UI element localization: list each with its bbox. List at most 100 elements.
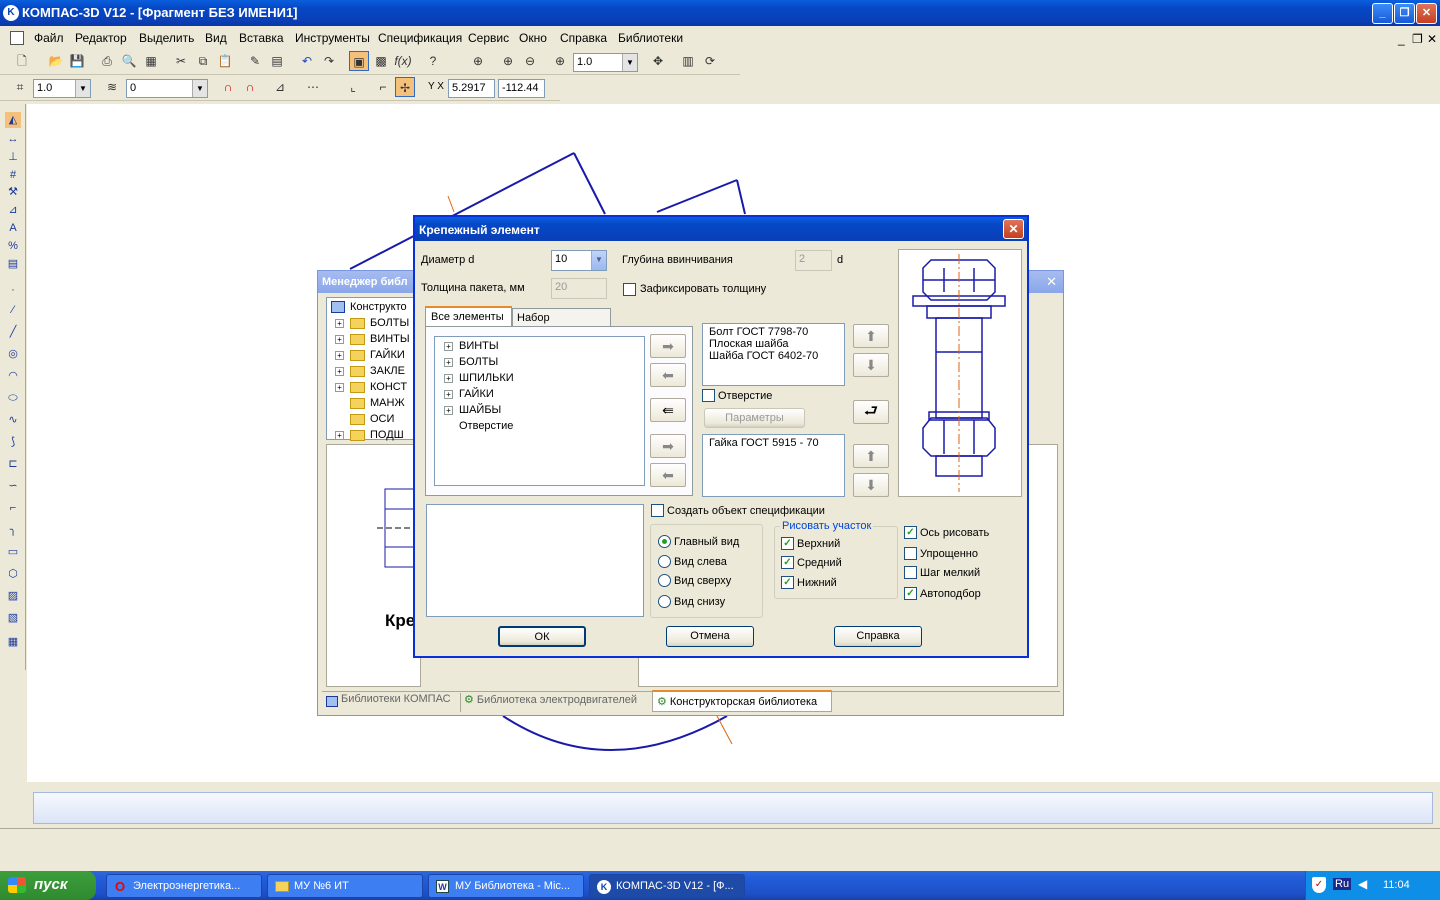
- tree-item[interactable]: + ВИНТЫ: [335, 333, 410, 345]
- save-icon[interactable]: 💾: [67, 51, 87, 71]
- help-button[interactable]: Справка: [834, 626, 922, 647]
- tree-item[interactable]: + КОНСТ: [335, 381, 407, 393]
- tab-all-elements[interactable]: Все элементы: [425, 306, 512, 327]
- parametrization-icon[interactable]: ⚒: [5, 184, 21, 200]
- diameter-select[interactable]: 10 ▼: [551, 250, 607, 271]
- tree-item-studs[interactable]: + ШПИЛЬКИ: [444, 372, 514, 384]
- properties-icon[interactable]: ▤: [267, 51, 287, 71]
- new-file-icon[interactable]: 🗋: [12, 51, 32, 71]
- menu-service[interactable]: Сервис: [468, 31, 509, 45]
- close-button[interactable]: ✕: [1416, 3, 1437, 24]
- task-folder[interactable]: МУ №6 ИТ: [267, 874, 423, 898]
- speaker-icon[interactable]: ◀: [1358, 877, 1367, 891]
- expand-icon[interactable]: +: [444, 389, 453, 399]
- add-top-arrow-icon[interactable]: ➡: [650, 334, 686, 358]
- magnet-off-icon[interactable]: ∩: [240, 77, 260, 97]
- hole-checkbox[interactable]: [702, 389, 715, 402]
- expand-icon[interactable]: +: [335, 382, 344, 392]
- menu-tools[interactable]: Инструменты: [295, 31, 370, 45]
- menu-libraries[interactable]: Библиотеки: [618, 31, 683, 45]
- auto-select-checkbox[interactable]: ✓: [904, 587, 917, 600]
- task-opera[interactable]: O Электроэнергетика...: [106, 874, 262, 898]
- open-icon[interactable]: 📂: [46, 51, 66, 71]
- keyboard-layout-icon[interactable]: Ru: [1333, 878, 1352, 890]
- menu-help[interactable]: Справка: [560, 31, 607, 45]
- expand-icon[interactable]: +: [444, 405, 453, 415]
- dimensions-icon[interactable]: ↔: [5, 131, 21, 147]
- draw-axis-checkbox[interactable]: ✓: [904, 526, 917, 539]
- arc-icon[interactable]: ◠: [5, 368, 21, 384]
- create-spec-checkbox[interactable]: [651, 504, 664, 517]
- pan-icon[interactable]: ✥: [648, 51, 668, 71]
- tab-motors-library[interactable]: ⚙ Библиотека электродвигателей: [460, 693, 652, 712]
- tree-item-screws[interactable]: + ВИНТЫ: [444, 340, 499, 352]
- symbols-icon[interactable]: ⊥: [5, 149, 21, 165]
- ellipse-icon[interactable]: ⬭: [5, 390, 21, 406]
- main-view-radio[interactable]: [658, 535, 671, 548]
- geometry-icon[interactable]: ◭: [5, 112, 21, 128]
- help-cursor-icon[interactable]: ?: [423, 51, 443, 71]
- mdi-restore-icon[interactable]: ❐: [1412, 32, 1423, 46]
- chevron-down-icon[interactable]: ▼: [591, 251, 606, 270]
- expand-icon[interactable]: +: [335, 334, 344, 344]
- segment-icon[interactable]: ╱: [5, 324, 21, 340]
- polyline-icon[interactable]: ⟆: [5, 434, 21, 450]
- menu-view[interactable]: Вид: [205, 31, 227, 45]
- paste-icon[interactable]: 📋: [215, 51, 235, 71]
- thickness-field[interactable]: 20: [551, 278, 607, 299]
- top-view-radio[interactable]: [658, 574, 671, 587]
- tree-item[interactable]: + ГАЙКИ: [335, 349, 405, 361]
- task-word[interactable]: W МУ Библиотека - Mic...: [428, 874, 584, 898]
- ortho-mode-icon[interactable]: ⌐: [373, 77, 393, 97]
- tree-item[interactable]: + ЗАКЛЕ: [335, 365, 405, 377]
- library-tree[interactable]: Конструкто + БОЛТЫ + ВИНТЫ + ГАЙКИ + ЗАКЛЕ +…: [326, 297, 416, 441]
- zoom-select[interactable]: 1.0 ▼: [573, 53, 638, 72]
- shield-icon[interactable]: ✓: [1312, 877, 1326, 893]
- chamfer-icon[interactable]: ⌐: [5, 500, 21, 516]
- hatch-icon[interactable]: ▨: [5, 588, 21, 604]
- menu-file[interactable]: Файл: [34, 31, 64, 45]
- tab-kompas-libraries[interactable]: Библиотеки КОМПАС: [324, 693, 456, 712]
- expand-icon[interactable]: +: [335, 430, 344, 440]
- tree-item-bolts[interactable]: + БОЛТЫ: [444, 356, 498, 368]
- element-tree[interactable]: + ВИНТЫ + БОЛТЫ + ШПИЛЬКИ + ГАЙКИ + ШАЙБЫ Отв…: [434, 336, 645, 486]
- rectangle-icon[interactable]: ▭: [5, 544, 21, 560]
- format-painter-icon[interactable]: ✎: [245, 51, 265, 71]
- bottom-view-radio[interactable]: [658, 595, 671, 608]
- minimize-button[interactable]: _: [1372, 3, 1393, 24]
- menu-edit[interactable]: Редактор: [75, 31, 127, 45]
- document-icon[interactable]: [10, 31, 24, 45]
- bezier-icon[interactable]: ∽: [5, 478, 21, 494]
- list-item[interactable]: Болт ГОСТ 7798-70: [709, 326, 838, 338]
- manager-icon[interactable]: ▣: [349, 51, 369, 71]
- left-view-radio[interactable]: [658, 555, 671, 568]
- chevron-down-icon[interactable]: ▼: [192, 80, 207, 97]
- cancel-button[interactable]: Отмена: [666, 626, 754, 647]
- tree-root[interactable]: Конструкто: [331, 301, 407, 314]
- move-down-arrow-icon[interactable]: ⬇: [853, 473, 889, 497]
- list-item[interactable]: Гайка ГОСТ 5915 - 70: [709, 437, 838, 449]
- bottom-elements-list[interactable]: Гайка ГОСТ 5915 - 70: [702, 434, 845, 497]
- local-cs-icon[interactable]: ⌞: [343, 77, 363, 97]
- add-bottom-arrow-icon[interactable]: ➡: [650, 434, 686, 458]
- library-icon[interactable]: ▩: [371, 51, 391, 71]
- zoom-in-icon[interactable]: ⊕: [498, 51, 518, 71]
- start-button[interactable]: пуск: [0, 871, 96, 900]
- menu-specification[interactable]: Спецификация: [378, 31, 462, 45]
- reports-icon[interactable]: ▤: [5, 256, 21, 272]
- select-icon[interactable]: A: [5, 220, 21, 236]
- chevron-down-icon[interactable]: ▼: [75, 80, 90, 97]
- fillet-icon[interactable]: ╮: [5, 522, 21, 538]
- move-down-arrow-icon[interactable]: ⬇: [853, 353, 889, 377]
- upper-section-checkbox[interactable]: ✓: [781, 537, 794, 550]
- point-icon[interactable]: ·: [5, 282, 21, 298]
- flip-icon[interactable]: ⮐: [853, 400, 889, 424]
- menu-insert[interactable]: Вставка: [239, 31, 284, 45]
- layers-icon[interactable]: ≋: [102, 77, 122, 97]
- mdi-close-icon[interactable]: ✕: [1427, 32, 1437, 46]
- menu-select[interactable]: Выделить: [139, 31, 194, 45]
- tree-item-hole[interactable]: Отверстие: [459, 420, 513, 432]
- tree-item[interactable]: МАНЖ: [350, 397, 405, 409]
- edit-icon[interactable]: #: [5, 167, 21, 183]
- remove-all-arrow-icon[interactable]: ⇚: [650, 398, 686, 422]
